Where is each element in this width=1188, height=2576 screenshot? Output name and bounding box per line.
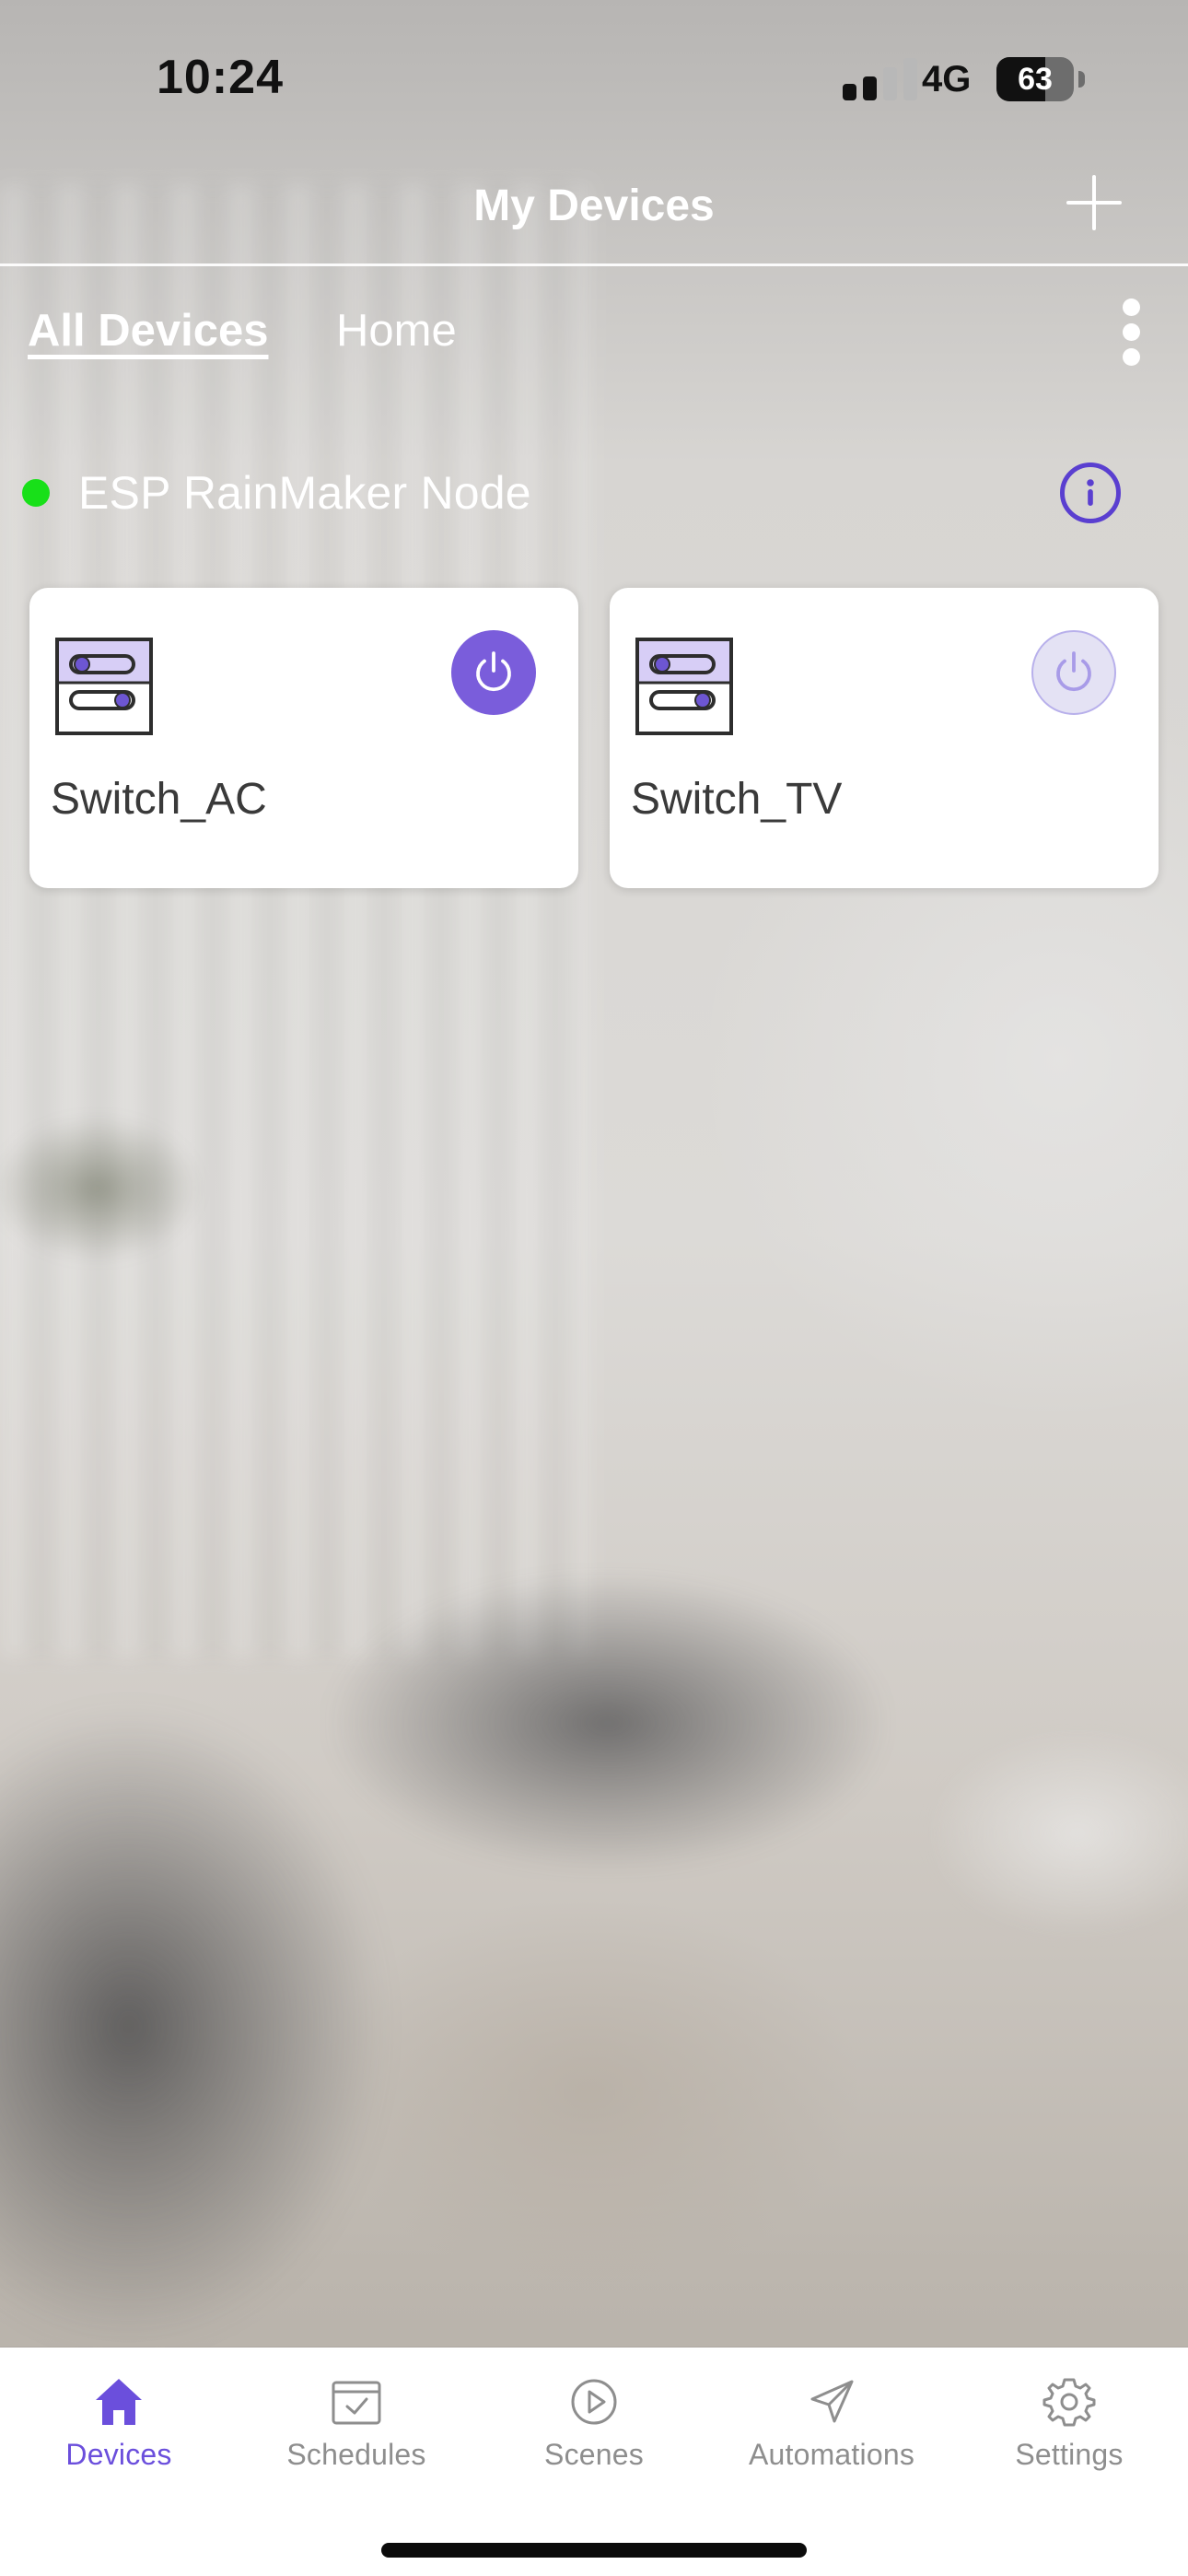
tab-devices[interactable]: Devices — [0, 2373, 238, 2512]
add-device-button[interactable] — [1061, 170, 1127, 236]
tab-label: Devices — [65, 2438, 172, 2471]
tab-label: Automations — [748, 2438, 915, 2471]
device-card-switch-tv[interactable]: Switch_TV — [610, 588, 1159, 888]
plus-icon — [1066, 175, 1122, 230]
switch-device-icon — [55, 638, 153, 735]
network-type: 4G — [922, 59, 972, 100]
battery-tip — [1078, 71, 1085, 88]
play-icon — [571, 2379, 617, 2425]
background-chair — [332, 1575, 884, 1870]
power-button[interactable] — [451, 630, 536, 715]
node-status-dot — [22, 479, 50, 507]
tab-label: Scenes — [544, 2438, 644, 2471]
status-time: 10:24 — [157, 51, 284, 104]
tab-label: Schedules — [286, 2438, 426, 2471]
home-indicator[interactable] — [381, 2543, 807, 2558]
send-icon — [810, 2380, 854, 2423]
device-name: Switch_AC — [51, 775, 267, 824]
background-table — [930, 1732, 1188, 1935]
calendar-icon — [332, 2381, 381, 2425]
device-card-switch-ac[interactable]: Switch_AC — [29, 588, 578, 888]
tab-scenes[interactable]: Scenes — [475, 2373, 713, 2512]
more-dot-icon — [1123, 348, 1140, 366]
tab-home[interactable]: Home — [336, 305, 457, 357]
group-tabs: All Devices Home — [0, 263, 1188, 392]
status-bar: 10:24 4G 63 — [0, 0, 1188, 138]
more-options-button[interactable] — [1107, 299, 1159, 366]
battery-level: 63 — [1018, 62, 1053, 97]
tab-automations[interactable]: Automations — [713, 2373, 950, 2512]
navigation-header: My Devices — [0, 138, 1188, 266]
tab-schedules[interactable]: Schedules — [238, 2373, 475, 2512]
power-icon — [1056, 651, 1091, 692]
signal-icon — [843, 58, 922, 100]
more-dot-icon — [1123, 323, 1140, 341]
power-icon — [476, 651, 511, 692]
battery-icon: 63 — [996, 57, 1074, 101]
info-icon — [1087, 479, 1094, 506]
node-info-button[interactable] — [1060, 463, 1121, 523]
house-icon — [96, 2379, 142, 2425]
switch-device-icon — [635, 638, 733, 735]
node-name: ESP RainMaker Node — [78, 467, 531, 519]
power-button[interactable] — [1031, 630, 1116, 715]
background-plant — [0, 1115, 203, 1262]
tab-settings[interactable]: Settings — [950, 2373, 1188, 2512]
tab-all-devices[interactable]: All Devices — [28, 305, 269, 357]
device-name: Switch_TV — [631, 775, 843, 824]
tab-label: Settings — [1015, 2438, 1124, 2471]
bottom-tab-bar: Devices Schedules Scenes Automations Set… — [0, 2348, 1188, 2576]
gear-icon — [1042, 2378, 1096, 2427]
node-row: ESP RainMaker Node — [0, 448, 1188, 540]
page-title: My Devices — [473, 181, 715, 230]
more-dot-icon — [1123, 299, 1140, 316]
